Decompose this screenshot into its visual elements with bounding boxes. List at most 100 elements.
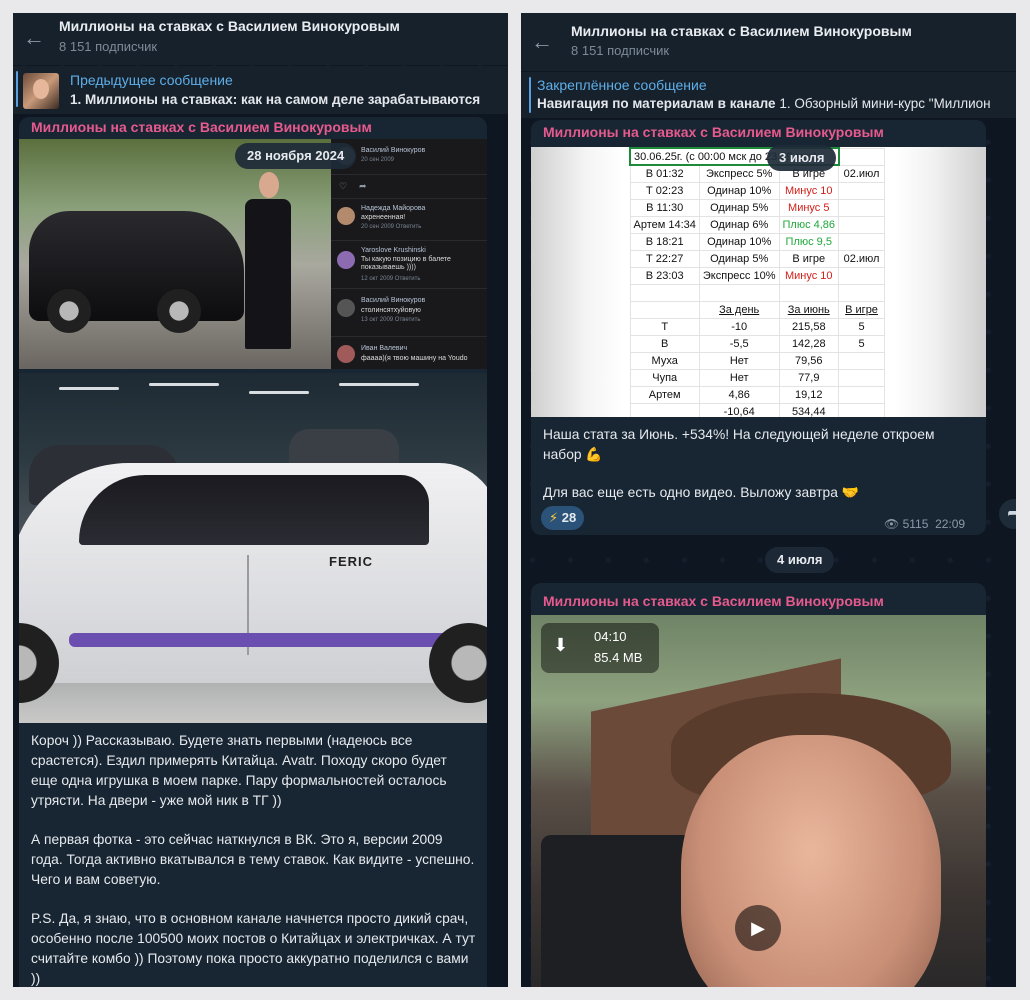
pinned-indicator <box>529 77 531 113</box>
summary-header: В игре <box>838 300 886 319</box>
post-sender: Миллионы на ставках с Василием Винокуров… <box>31 119 372 135</box>
bet-row: Артем 14:34 Одинар 6% Плюс 4,86 <box>629 215 886 234</box>
summary-row: В -5,5 142,28 5 <box>629 334 886 353</box>
bet-who: В 18:21 <box>629 232 700 251</box>
vk-comment: Василий Винокуров столинсятхуйовую 13 ок… <box>331 289 487 337</box>
bet-who: В 11:30 <box>629 198 700 217</box>
summary-month: 77,9 <box>778 368 840 387</box>
summary-inplay <box>838 368 886 387</box>
post-paragraph: Для вас еще есть одно видео. Выложу завт… <box>543 485 859 500</box>
vk-comment: Надежда Майорова ахренеенная! 20 сен 200… <box>331 199 487 241</box>
download-box[interactable]: ⬇ 04:10 85.4 MB <box>541 623 659 673</box>
bet-who: Т 02:23 <box>629 181 700 200</box>
back-arrow-icon[interactable]: ← <box>531 31 553 53</box>
summary-inplay <box>838 402 886 417</box>
bet-who: Т 22:27 <box>629 249 700 268</box>
bet-extra <box>838 266 886 285</box>
vk-actions: ♡ ➦ <box>331 175 487 199</box>
photo-showroom-car[interactable]: FERIC <box>19 373 487 723</box>
table-header-row: 30.06.25г. (с 00:00 мск до 23:59 мск) <box>629 147 886 166</box>
play-icon[interactable]: ▶ <box>735 905 781 951</box>
table-cell <box>838 147 886 166</box>
bet-type: Одинар 6% <box>698 215 780 234</box>
summary-inplay: 5 <box>838 334 886 353</box>
summary-header: За июнь <box>778 300 840 319</box>
vk-comment-name: Yaroslove Krushinski <box>361 247 426 254</box>
summary-row: Артем 4,86 19,12 <box>629 385 886 404</box>
download-icon[interactable]: ⬇ <box>553 635 568 656</box>
pinned-text-rest: 1. Обзорный мини-курс "Миллион <box>779 96 991 111</box>
bet-type: Одинар 10% <box>698 181 780 200</box>
bet-type: Одинар 5% <box>698 198 780 217</box>
bet-extra: 02.июл <box>838 164 886 183</box>
vk-comment-meta: 20 сен 2009 Ответить <box>361 224 422 230</box>
summary-month: 142,28 <box>778 334 840 353</box>
date-pill: 3 июля <box>767 145 837 171</box>
channel-post[interactable]: Миллионы на ставках с Василием Винокуров… <box>19 117 487 987</box>
vk-comment: Иван Валевич фаааа)(я твою машину на You… <box>331 337 487 369</box>
reaction-button[interactable]: ⚡ 28 <box>541 506 585 530</box>
channel-post[interactable]: Миллионы на ставках с Василием Винокуров… <box>531 120 986 535</box>
bet-result: Плюс 9,5 <box>778 232 840 251</box>
reaction-count: 28 <box>561 510 577 525</box>
pinned-text: 1. Миллионы на ставках: как на самом дел… <box>70 92 481 107</box>
post-meta: 👁 5115 22:09 <box>884 517 965 531</box>
summary-who: Артем <box>629 385 700 404</box>
thumbnail-face <box>33 79 49 99</box>
avatar <box>337 299 355 317</box>
stats-table-screenshot[interactable]: 30.06.25г. (с 00:00 мск до 23:59 мск) В … <box>531 147 986 417</box>
summary-who <box>629 402 700 417</box>
summary-month: 215,58 <box>778 317 840 336</box>
vk-comment-text: фаааа)(я твою машину на Youdo <box>361 355 468 362</box>
bets-body: В 01:32 Экспресс 5% В игре 02.июл Т 02:23 Оди… <box>629 164 886 285</box>
video-preview[interactable]: ⬇ 04:10 85.4 MB ▶ <box>531 615 986 987</box>
table-spacer-row <box>629 283 886 302</box>
summary-row: -10,64 534,44 <box>629 402 886 417</box>
summary-inplay: 5 <box>838 317 886 336</box>
purple-trim <box>69 633 459 647</box>
summary-row: Муха Нет 79,56 <box>629 351 886 370</box>
avatar <box>337 251 355 269</box>
ceiling-light <box>249 391 309 394</box>
chat-header[interactable]: ← Миллионы на ставках с Василием Винокур… <box>13 13 508 65</box>
bet-type: Одинар 5% <box>698 249 780 268</box>
heart-icon: ♡ <box>339 181 348 191</box>
post-sender: Миллионы на ставках с Василием Винокуров… <box>543 593 884 609</box>
pinned-label: Закреплённое сообщение <box>537 77 707 93</box>
post-paragraph: Наша стата за Июнь. +534%! На следующей … <box>543 427 935 462</box>
bet-row: В 11:30 Одинар 5% Минус 5 <box>629 198 886 217</box>
channel-title: Миллионы на ставках с Василием Винокуров… <box>571 23 912 39</box>
bet-who: В 23:03 <box>629 266 700 285</box>
bet-result: Минус 10 <box>778 266 840 285</box>
post-paragraph: А первая фотка - это сейчас наткнулся в … <box>31 832 475 887</box>
summary-day: Нет <box>698 368 780 387</box>
face <box>681 735 941 987</box>
bet-result: Минус 10 <box>778 181 840 200</box>
bet-who: Артем 14:34 <box>629 215 700 234</box>
vk-comment-text: ахренеенная! <box>361 214 406 221</box>
channel-post-video[interactable]: Миллионы на ставках с Василием Винокуров… <box>531 583 986 987</box>
pinned-message-bar[interactable]: Закреплённое сообщение Навигация по мате… <box>521 72 1016 118</box>
post-paragraph: P.S. Да, я знаю, что в основном канале н… <box>31 911 476 986</box>
lightning-icon: ⚡ <box>549 510 559 525</box>
vk-comment-text: столинсятхуйовую <box>361 307 421 314</box>
bet-type: Одинар 10% <box>698 232 780 251</box>
summary-month: 79,56 <box>778 351 840 370</box>
vk-comment-name: Василий Винокуров <box>361 297 426 304</box>
vk-comment-text: Ты какую позицию в балете показываешь ))… <box>361 256 451 271</box>
post-text: Наша стата за Июнь. +534%! На следующей … <box>543 425 975 522</box>
vk-comment: Yaroslove Krushinski Ты какую позицию в … <box>331 241 487 289</box>
bet-row: Т 22:27 Одинар 5% В игре 02.июл <box>629 249 886 268</box>
car-window <box>79 475 429 545</box>
man-head <box>259 172 279 198</box>
photo-car-2009[interactable] <box>19 139 331 369</box>
bets-table: 30.06.25г. (с 00:00 мск до 23:59 мск) В … <box>629 147 886 417</box>
pinned-message-bar[interactable]: Предыдущее сообщение 1. Миллионы на став… <box>13 66 508 114</box>
summary-who: Т <box>629 317 700 336</box>
back-arrow-icon[interactable]: ← <box>23 27 45 49</box>
chat-header[interactable]: ← Миллионы на ставках с Василием Винокур… <box>521 13 1016 71</box>
car-badge: FERIC <box>329 554 373 569</box>
vk-comment-meta: 13 окт 2009 Ответить <box>361 317 421 323</box>
vk-comments-screenshot: Василий Винокуров 20 сен 2009 ♡ ➦ Надежд… <box>331 139 487 369</box>
bet-extra <box>838 181 886 200</box>
